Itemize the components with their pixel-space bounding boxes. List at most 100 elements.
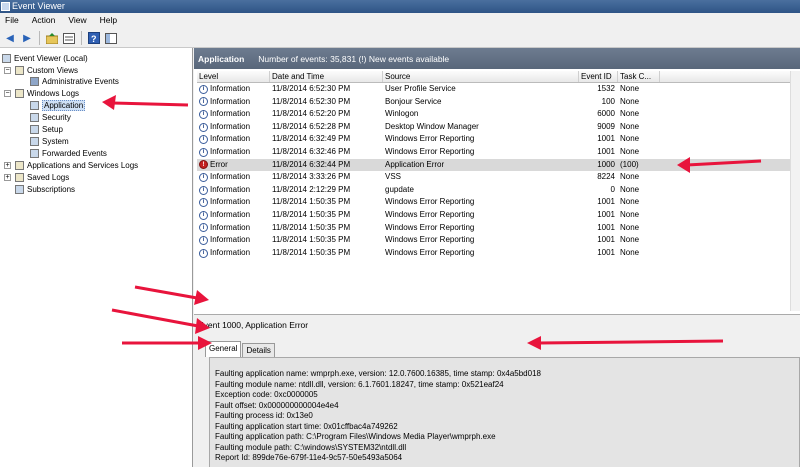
table-row[interactable]: i Information 11/8/2014 1:50:35 PM Windows …: [197, 247, 800, 260]
expand-toggle[interactable]: +: [4, 162, 11, 169]
cell-level: i Information: [197, 184, 270, 197]
tree-item-label: System: [42, 136, 69, 146]
folder-up-icon[interactable]: [45, 31, 59, 45]
cell-date: 11/8/2014 3:33:26 PM: [272, 172, 351, 182]
window-title: Event Viewer: [12, 1, 65, 11]
tree-item-label: Windows Logs: [27, 88, 80, 98]
cell-event-id: 8224: [597, 172, 615, 182]
events-table: Level Date and Time Source Event ID Task…: [197, 71, 800, 311]
annotation-arrow-general-tab: [134, 285, 209, 305]
tree-item-apps-services[interactable]: Applications and Services Logs: [15, 159, 138, 171]
tree-item-application[interactable]: Application: [30, 99, 86, 111]
vertical-scrollbar[interactable]: [790, 71, 800, 311]
cell-event-id: 9009: [597, 121, 615, 131]
cell-task: None: [620, 222, 640, 232]
filter-icon: [30, 76, 39, 86]
annotation-arrow-app-name: [111, 308, 210, 334]
cell-event-id: 1532: [597, 84, 615, 93]
tree-item-windows-logs[interactable]: Windows Logs: [15, 87, 79, 99]
cell-level-text: Information: [210, 197, 251, 207]
properties-icon[interactable]: [62, 31, 76, 45]
log-title: Application: [198, 53, 245, 64]
cell-event-id: 1001: [597, 146, 615, 156]
cell-level-text: Information: [210, 84, 251, 93]
tree-item-forwarded-events[interactable]: Forwarded Events: [30, 147, 107, 159]
table-row[interactable]: i Information 11/8/2014 1:50:35 PM Windows …: [197, 234, 800, 247]
cell-level-text: Information: [210, 209, 251, 219]
cell-date: 11/8/2014 6:52:20 PM: [272, 109, 351, 119]
cell-level: i Information: [197, 234, 270, 247]
table-row[interactable]: i Information 11/8/2014 2:12:29 PM gupdate 0…: [197, 184, 800, 197]
tree-item-security[interactable]: Security: [30, 111, 71, 123]
tree-item-administrative-events[interactable]: Administrative Events: [30, 75, 119, 87]
detail-line: Faulting process id: 0x13e0: [215, 411, 313, 420]
information-icon: i: [199, 84, 208, 94]
tree-item-label: Subscriptions: [27, 184, 76, 194]
table-row[interactable]: i Information 11/8/2014 6:52:30 PM User Pro…: [197, 83, 800, 96]
log-icon: [30, 100, 39, 110]
table-row[interactable]: i Information 11/8/2014 1:50:35 PM Windows …: [197, 209, 800, 222]
cell-task: None: [620, 184, 640, 194]
cell-level-text: Information: [210, 172, 251, 182]
cell-task: (100): [620, 159, 639, 169]
cell-event-id: 1001: [597, 197, 615, 207]
back-arrow-icon[interactable]: ◀: [3, 31, 17, 45]
log-icon: [30, 112, 39, 122]
tree-item-label: Setup: [42, 124, 63, 134]
cell-task: None: [620, 134, 640, 144]
information-icon: i: [199, 97, 208, 107]
tree-item-label: Custom Views: [27, 65, 78, 75]
menu-file[interactable]: File: [5, 15, 19, 29]
menu-help[interactable]: Help: [100, 15, 117, 29]
table-row[interactable]: i Information 11/8/2014 6:32:49 PM Windows …: [197, 133, 800, 146]
tree-item-system[interactable]: System: [30, 135, 69, 147]
cell-level-text: Information: [210, 222, 251, 232]
table-row[interactable]: i Information 11/8/2014 1:50:35 PM Windows …: [197, 222, 800, 235]
expand-toggle[interactable]: +: [4, 174, 11, 181]
information-icon: i: [199, 235, 208, 245]
forward-arrow-icon[interactable]: ▶: [20, 31, 34, 45]
cell-task: None: [620, 96, 640, 106]
information-icon: i: [199, 147, 208, 157]
table-row[interactable]: i Information 11/8/2014 6:52:20 PM Winlogon…: [197, 108, 800, 121]
panel-icon[interactable]: [104, 31, 118, 45]
column-task[interactable]: Task C...: [618, 71, 660, 82]
cell-level: i Information: [197, 121, 270, 134]
cell-task: None: [620, 84, 640, 93]
tree-item-subscriptions[interactable]: Subscriptions: [15, 183, 75, 195]
detail-line: Faulting application path: C:\Program Fi…: [215, 432, 496, 441]
cell-source: Winlogon: [385, 109, 419, 119]
cell-date: 11/8/2014 1:50:35 PM: [272, 247, 351, 257]
cell-date: 11/8/2014 1:50:35 PM: [272, 209, 351, 219]
event-viewer-icon: [1, 2, 10, 11]
tree-item-root[interactable]: Event Viewer (Local): [2, 52, 88, 64]
help-icon[interactable]: ?: [87, 31, 101, 45]
log-icon: [30, 136, 39, 146]
table-row[interactable]: i Information 11/8/2014 6:52:28 PM Desktop …: [197, 121, 800, 134]
cell-level-text: Information: [210, 184, 251, 194]
table-row[interactable]: i Information 11/8/2014 1:50:35 PM Windows …: [197, 196, 800, 209]
column-level[interactable]: Level: [197, 71, 270, 82]
menu-view[interactable]: View: [68, 15, 86, 29]
cell-task: None: [620, 172, 640, 182]
cell-source: Windows Error Reporting: [385, 134, 475, 144]
detail-line: Faulting application start time: 0x01cff…: [215, 421, 398, 431]
menu-bar: File Action View Help: [0, 13, 800, 29]
information-icon: i: [199, 248, 208, 258]
column-date[interactable]: Date and Time: [270, 71, 383, 82]
cell-level-text: Information: [210, 146, 251, 156]
table-row[interactable]: i Information 11/8/2014 6:52:30 PM Bonjour …: [197, 96, 800, 109]
log-header: Application Number of events: 35,831 (!)…: [194, 48, 800, 69]
collapse-toggle[interactable]: −: [4, 90, 11, 97]
tree-item-label: Administrative Events: [42, 76, 119, 86]
column-source[interactable]: Source: [383, 71, 579, 82]
tree-item-setup[interactable]: Setup: [30, 123, 63, 135]
cell-level-text: Information: [210, 96, 251, 106]
menu-action[interactable]: Action: [32, 15, 56, 29]
tab-details[interactable]: Details: [242, 343, 275, 357]
collapse-toggle[interactable]: −: [4, 67, 11, 74]
cell-date: 11/8/2014 6:52:30 PM: [272, 96, 351, 106]
tree-item-saved-logs[interactable]: Saved Logs: [15, 171, 69, 183]
cell-source: gupdate: [385, 184, 414, 194]
column-event-id[interactable]: Event ID: [579, 71, 618, 82]
